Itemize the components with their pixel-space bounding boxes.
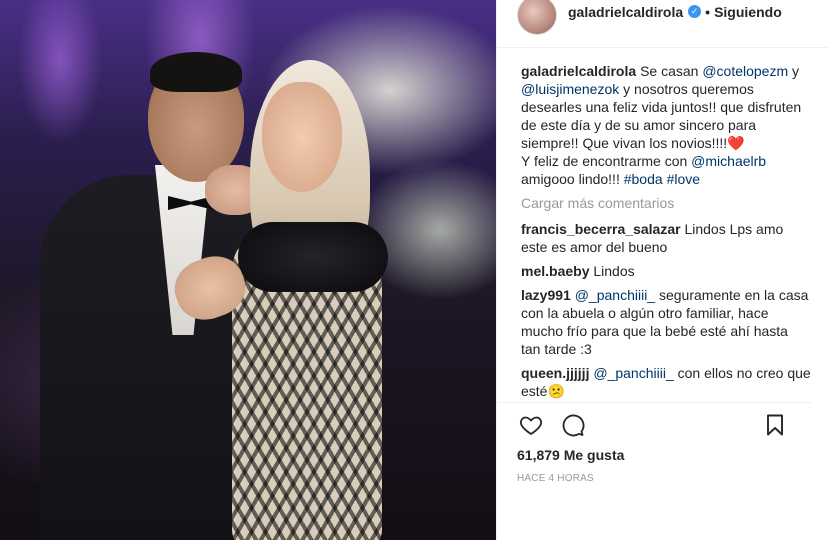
photo-man-hair — [150, 52, 242, 92]
comment-username[interactable]: mel.baeby — [521, 263, 589, 279]
list-item: mel.baeby Lindos — [521, 262, 811, 280]
comment-text: amigooo lindo!!! — [521, 171, 624, 187]
photo-fur-stole — [238, 222, 388, 292]
post-header: galadrielcaldirola ✓ • Siguiendo — [497, 0, 827, 48]
instagram-post: galadrielcaldirola ✓ • Siguiendo galadri… — [0, 0, 827, 540]
photo-woman-head — [262, 82, 342, 192]
post-actions: 61,879 Me gusta HACE 4 HORAS — [497, 402, 811, 540]
mention-link[interactable]: @luisjimenezok — [521, 81, 619, 97]
comment-username[interactable]: francis_becerra_salazar — [521, 221, 681, 237]
following-button[interactable]: Siguiendo — [714, 4, 782, 20]
load-more-comments-button[interactable]: Cargar más comentarios — [521, 194, 811, 212]
list-item: francis_becerra_salazar Lindos Lps amo e… — [521, 220, 811, 256]
mention-link[interactable]: @michaelrb — [691, 153, 766, 169]
bookmark-icon[interactable] — [755, 405, 795, 445]
comment-text: y — [788, 63, 800, 79]
comment-items: francis_becerra_salazar Lindos Lps amo e… — [521, 220, 811, 402]
comment-icon[interactable] — [553, 405, 593, 445]
comment-text: ❤️ — [727, 135, 745, 151]
mention-link[interactable]: #boda — [624, 171, 663, 187]
comments-list: galadrielcaldirola Se casan @cotelopezm … — [497, 48, 827, 402]
list-item: lazy991 @_panchiiii_ seguramente en la c… — [521, 286, 811, 358]
header-username[interactable]: galadrielcaldirola — [568, 4, 683, 20]
post-timestamp[interactable]: HACE 4 HORAS — [517, 473, 795, 484]
comment-text: Y feliz de encontrarme con — [521, 153, 692, 169]
comment-username[interactable]: queen.jjjjjj — [521, 365, 589, 381]
heart-icon[interactable] — [511, 405, 551, 445]
caption-text: Se casan @cotelopezm y @luisjimenezok y … — [521, 63, 801, 187]
comment-text: Se casan — [640, 63, 703, 79]
caption: galadrielcaldirola Se casan @cotelopezm … — [521, 62, 811, 188]
comment-text: Lindos — [593, 263, 635, 279]
likes-count[interactable]: 61,879 Me gusta — [517, 447, 795, 463]
post-photo[interactable] — [0, 0, 496, 540]
caption-username[interactable]: galadrielcaldirola — [521, 63, 636, 79]
mention-link[interactable]: #love — [667, 171, 700, 187]
verified-badge-icon: ✓ — [688, 5, 702, 18]
header-row: galadrielcaldirola ✓ • Siguiendo — [568, 4, 782, 20]
post-side-panel: galadrielcaldirola ✓ • Siguiendo galadri… — [496, 0, 827, 540]
header-separator: • — [705, 3, 711, 20]
mention-link[interactable]: @cotelopezm — [702, 63, 788, 79]
action-icons-row — [517, 405, 795, 445]
mention-link[interactable]: @_panchiiii_ — [593, 365, 673, 381]
avatar[interactable] — [517, 0, 557, 35]
list-item: queen.jjjjjj @_panchiiii_ con ellos no c… — [521, 364, 811, 400]
mention-link[interactable]: @_panchiiii_ — [575, 287, 655, 303]
comment-username[interactable]: lazy991 — [521, 287, 571, 303]
